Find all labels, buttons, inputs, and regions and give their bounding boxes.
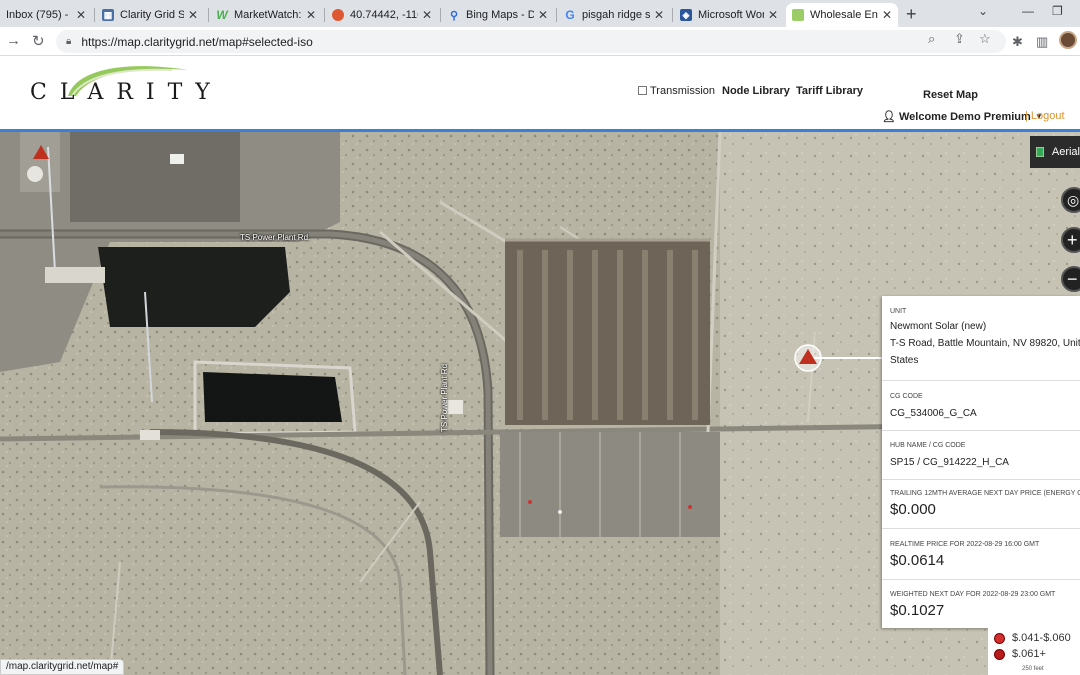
user-menu[interactable]: 👤︎ Welcome Demo Premium ▼ <box>882 110 1043 124</box>
profile-avatar[interactable] <box>1059 31 1077 49</box>
unit-name: Newmont Solar (new) <box>890 321 987 332</box>
url-input[interactable]: 🔒︎ https://map.claritygrid.net/map#selec… <box>56 30 1006 53</box>
new-tab-button[interactable]: + <box>906 4 917 25</box>
tab-clarity-grid[interactable]: ▦ Clarity Grid Sol ✕ <box>96 3 204 27</box>
tab-title: Clarity Grid Sol <box>120 9 184 21</box>
legend-item: $.041-$.060 <box>994 632 1071 644</box>
zoom-out-button[interactable]: − <box>1061 266 1080 292</box>
weighted-price-section: WEIGHTED NEXT DAY FOR 2022-08-29 23:00 G… <box>882 579 1080 628</box>
aerial-layer-icon <box>1036 147 1044 157</box>
legend-label: $.041-$.060 <box>1012 632 1071 644</box>
restore-icon[interactable]: ❐ <box>1052 4 1063 18</box>
plus-icon: + <box>1067 229 1078 250</box>
close-icon[interactable]: ✕ <box>654 8 664 22</box>
legend-dot-icon <box>994 648 1005 660</box>
aerial-toggle-button[interactable]: Aerial <box>1030 136 1080 168</box>
cg-code-section: CG CODE CG_534006_G_CA <box>882 380 1080 430</box>
status-bar-url: /map.claritygrid.net/map# <box>0 659 125 675</box>
url-text: https://map.claritygrid.net/map#selected… <box>81 34 313 49</box>
realtime-price-label: REALTIME PRICE FOR 2022-08-29 16:00 GMT <box>890 541 1040 548</box>
logout-label: Logout <box>1030 110 1065 122</box>
tab-title: MarketWatch: S <box>234 9 302 21</box>
side-panel-icon[interactable]: ▥ <box>1036 34 1048 50</box>
node-library-link[interactable]: Node Library <box>722 85 790 97</box>
zoom-in-button[interactable]: + <box>1061 227 1080 253</box>
tab-title: Bing Maps - Di <box>466 9 534 21</box>
unit-address-line1: T-S Road, Battle Mountain, NV 89820, Uni… <box>890 338 1080 349</box>
unit-info-panel: UNIT Newmont Solar (new) T-S Road, Battl… <box>882 296 1080 628</box>
close-icon[interactable]: ✕ <box>538 8 548 22</box>
hub-section: HUB Name / CG CODE SP15 / CG_914222_H_CA <box>882 430 1080 480</box>
search-icon: ⚲ <box>449 9 459 22</box>
bookmark-star-icon[interactable]: ☆ <box>979 31 991 47</box>
trailing-price-label: TRAILING 12mth AVERAGE NEXT DAY PRICE (E… <box>890 490 1080 497</box>
reset-map-button[interactable]: Reset Map <box>923 89 978 101</box>
legend-label: $.061+ <box>1012 648 1046 660</box>
trailing-price-value: $0.000 <box>890 501 936 518</box>
close-icon[interactable]: ✕ <box>768 8 778 22</box>
legend-item: $.061+ <box>994 648 1046 660</box>
map-scale: 250 feet <box>1022 666 1044 672</box>
close-icon[interactable]: ✕ <box>882 8 892 22</box>
realtime-price-section: REALTIME PRICE FOR 2022-08-29 16:00 GMT … <box>882 528 1080 578</box>
tab-bing-maps[interactable]: ⚲ Bing Maps - Di ✕ <box>442 3 554 27</box>
tab-microsoft-word[interactable]: ◈ Microsoft Word ✕ <box>674 3 784 27</box>
hub-label: HUB Name / CG CODE <box>890 442 966 449</box>
lock-icon: 🔒︎ <box>66 36 72 47</box>
road-label-ts-power-plant-vertical: TS Power Plant Rd <box>440 363 449 432</box>
tab-search-chevron-icon[interactable]: ⌄ <box>978 4 988 18</box>
trailing-price-section: TRAILING 12mth AVERAGE NEXT DAY PRICE (E… <box>882 479 1080 529</box>
hub-value: SP15 / CG_914222_H_CA <box>890 457 1009 468</box>
transmission-label[interactable]: Transmission <box>650 85 715 97</box>
welcome-text: Welcome Demo Premium <box>898 110 1031 123</box>
unit-section: UNIT Newmont Solar (new) T-S Road, Battl… <box>882 296 1080 382</box>
logout-link[interactable]: | Logout <box>1025 110 1065 122</box>
address-bar-row: → ↻ 🔒︎ https://map.claritygrid.net/map#s… <box>0 27 1080 56</box>
tab-title: pisgah ridge so <box>582 9 650 21</box>
close-icon[interactable]: ✕ <box>188 8 198 22</box>
tab-title: 40.74442, -116. <box>350 9 418 21</box>
user-icon: 👤︎ <box>882 111 896 123</box>
realtime-price-value: $0.0614 <box>890 552 945 569</box>
share-icon[interactable]: ⇪ <box>954 31 965 47</box>
weighted-price-label: WEIGHTED NEXT DAY FOR 2022-08-29 23:00 G… <box>890 591 1056 598</box>
zoom-icon[interactable]: ⌕ <box>928 31 935 47</box>
tab-marketwatch[interactable]: W MarketWatch: S ✕ <box>210 3 322 27</box>
tab-wholesale-energy[interactable]: Wholesale Ener ✕ <box>786 3 898 27</box>
word-icon: ◈ <box>680 9 692 21</box>
forward-icon[interactable]: → <box>6 32 21 49</box>
tab-google-search[interactable]: G pisgah ridge so ✕ <box>558 3 670 27</box>
minimize-icon[interactable]: — <box>1022 4 1034 18</box>
clarity-favicon-icon <box>792 9 804 21</box>
cg-code-label: CG CODE <box>890 393 923 400</box>
legend-dot-icon <box>994 632 1005 644</box>
weighted-price-value: $0.1027 <box>890 602 945 619</box>
reload-icon[interactable]: ↻ <box>32 32 45 50</box>
tab-title: Inbox (795) - kp <box>6 9 72 21</box>
tab-coordinates[interactable]: 40.74442, -116. ✕ <box>326 3 438 27</box>
unit-label: UNIT <box>890 308 907 315</box>
close-icon[interactable]: ✕ <box>422 8 432 22</box>
extensions-icon[interactable]: ✱ <box>1012 34 1023 50</box>
tab-title: Microsoft Word <box>698 9 764 21</box>
tab-title: Wholesale Ener <box>810 9 878 21</box>
unit-address-line2: States <box>890 355 919 366</box>
target-icon: ◎ <box>1067 191 1080 208</box>
transmission-checkbox[interactable] <box>638 86 647 95</box>
road-label-ts-power-plant: TS Power Plant Rd. <box>240 233 311 242</box>
minus-icon: − <box>1067 268 1078 289</box>
cg-code-value: CG_534006_G_CA <box>890 408 977 419</box>
locate-me-button[interactable]: ◎ <box>1061 187 1080 213</box>
clarity-favicon-icon: ▦ <box>102 9 114 21</box>
browser-tab-bar: Inbox (795) - kp ✕ ▦ Clarity Grid Sol ✕ … <box>0 0 1080 27</box>
marketwatch-icon: W <box>216 8 228 22</box>
duckduckgo-icon <box>332 9 344 21</box>
close-icon[interactable]: ✕ <box>76 8 86 22</box>
google-icon: G <box>565 8 575 22</box>
aerial-label: Aerial <box>1051 146 1080 158</box>
tab-inbox[interactable]: Inbox (795) - kp ✕ <box>0 3 92 27</box>
clarity-logo[interactable]: CLARITY <box>30 80 223 105</box>
close-icon[interactable]: ✕ <box>306 8 316 22</box>
tariff-library-link[interactable]: Tariff Library <box>796 85 863 97</box>
